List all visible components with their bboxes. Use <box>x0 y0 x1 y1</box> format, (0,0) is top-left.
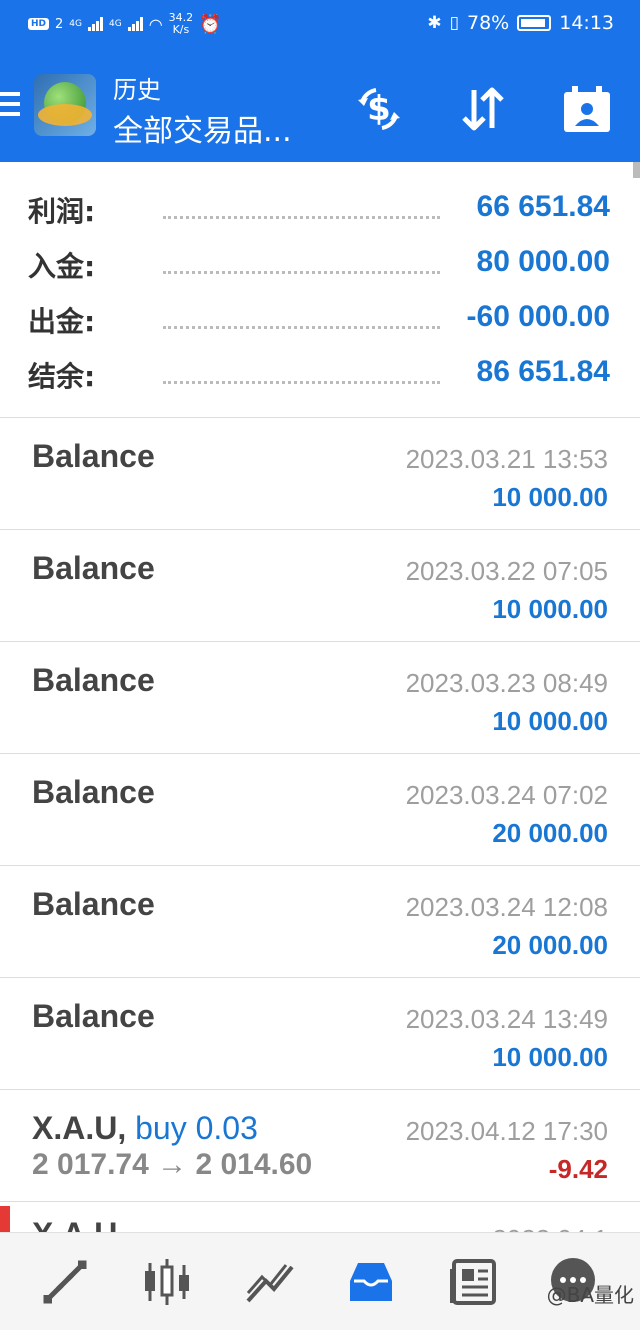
dollar-refresh-icon[interactable]: $ <box>352 82 406 136</box>
chart-icon[interactable] <box>242 1255 296 1309</box>
trade-profit: -9.42 <box>548 1154 608 1184</box>
item-date: 2023.03.22 07:05 <box>405 556 608 586</box>
trade-symbol: X.A.U, <box>32 1110 127 1146</box>
summary-label: 结余: <box>28 360 96 393</box>
item-amount: 10 000.00 <box>492 594 608 624</box>
trade-title: X.A.U, buy 0.03 <box>32 1110 258 1147</box>
partial-list-item[interactable]: X.A.U, 2023.04.1 <box>0 1206 640 1232</box>
partial-date: 2023.04.1 <box>492 1224 608 1232</box>
news-icon[interactable] <box>446 1255 500 1309</box>
speed-unit: K/s <box>172 23 190 36</box>
list-item[interactable]: Balance 2023.03.23 08:49 10 000.00 <box>0 642 640 754</box>
list-item[interactable]: Balance 2023.03.22 07:05 10 000.00 <box>0 530 640 642</box>
battery-percent: 78% <box>467 12 510 34</box>
summary-value: 80 000.00 <box>476 245 610 278</box>
item-amount: 10 000.00 <box>492 482 608 512</box>
page-title: 历史 <box>113 76 161 104</box>
trade-prices: 2 017.74 → 2 014.60 <box>32 1148 313 1181</box>
summary-label: 出金: <box>28 305 96 338</box>
bluetooth-icon: ✱ <box>427 13 442 33</box>
item-amount: 20 000.00 <box>492 818 608 848</box>
symbol-filter[interactable]: 全部交易品... <box>113 106 292 150</box>
network-label-2: 4G <box>109 19 122 29</box>
list-item[interactable]: Balance 2023.03.21 13:53 10 000.00 <box>0 418 640 530</box>
summary-row-withdrawal: 出金: -60 000.00 <box>28 300 610 340</box>
summary-panel: 利润: 66 651.84 入金: 80 000.00 出金: -60 000.… <box>0 162 640 418</box>
item-title: Balance <box>32 886 155 922</box>
bottom-navigation: @BA量化 <box>0 1232 640 1330</box>
summary-label: 利润: <box>28 195 96 228</box>
dotted-leader <box>163 216 440 219</box>
item-date: 2023.04.12 17:30 <box>405 1116 608 1146</box>
status-left: HD 2 4G 4G ◠ 34.2 K/s ⏰ <box>28 12 222 36</box>
summary-value: 86 651.84 <box>476 355 610 388</box>
vibrate-icon: ▯ <box>449 13 459 33</box>
clock: 14:13 <box>559 12 614 34</box>
summary-value: 66 651.84 <box>476 190 610 223</box>
item-amount: 10 000.00 <box>492 706 608 736</box>
watermark-text: @BA量化 <box>546 1283 634 1307</box>
item-title: Balance <box>32 550 155 586</box>
dotted-leader <box>163 381 440 384</box>
app-bar: 历史 全部交易品... $ <box>0 52 640 162</box>
item-title: Balance <box>32 662 155 698</box>
alarm-icon: ⏰ <box>199 13 222 35</box>
hd-badge: HD <box>28 18 50 30</box>
trade-item[interactable]: X.A.U, buy 0.03 2 017.74 → 2 014.60 2023… <box>0 1090 640 1202</box>
item-date: 2023.03.24 07:02 <box>405 780 608 810</box>
list-item[interactable]: Balance 2023.03.24 13:49 10 000.00 <box>0 978 640 1090</box>
wifi-icon: ◠ <box>148 14 163 34</box>
trade-icon[interactable] <box>38 1255 92 1309</box>
item-amount: 20 000.00 <box>492 930 608 960</box>
summary-row-profit: 利润: 66 651.84 <box>28 190 610 230</box>
scrollbar[interactable] <box>633 162 640 178</box>
sort-arrows-icon[interactable] <box>456 82 510 136</box>
svg-text:$: $ <box>367 89 391 129</box>
menu-icon[interactable] <box>0 92 20 122</box>
app-logo[interactable] <box>34 74 96 136</box>
partial-symbol: X.A.U, <box>32 1216 126 1232</box>
network-speed: 34.2 K/s <box>169 12 194 36</box>
signal-icon-2 <box>127 17 143 31</box>
summary-label: 入金: <box>28 250 96 283</box>
item-title: Balance <box>32 774 155 810</box>
history-list: Balance 2023.03.21 13:53 10 000.00 Balan… <box>0 418 640 1202</box>
trade-type: buy 0.03 <box>135 1110 258 1146</box>
item-title: Balance <box>32 438 155 474</box>
list-item[interactable]: Balance 2023.03.24 07:02 20 000.00 <box>0 754 640 866</box>
sim-number: 2 <box>55 16 64 32</box>
signal-icon <box>88 17 103 31</box>
sell-indicator <box>0 1206 10 1232</box>
item-title: Balance <box>32 998 155 1034</box>
dotted-leader <box>163 271 440 274</box>
item-date: 2023.03.24 12:08 <box>405 892 608 922</box>
status-right: ✱ ▯ 78% 14:13 <box>427 12 614 34</box>
summary-row-balance: 结余: 86 651.84 <box>28 355 610 395</box>
calendar-user-icon[interactable] <box>560 82 614 136</box>
item-date: 2023.03.21 13:53 <box>405 444 608 474</box>
battery-icon <box>517 15 552 31</box>
summary-value: -60 000.00 <box>466 300 610 333</box>
summary-row-deposit: 入金: 80 000.00 <box>28 245 610 285</box>
quotes-candles-icon[interactable] <box>140 1255 194 1309</box>
item-date: 2023.03.23 08:49 <box>405 668 608 698</box>
history-inbox-icon[interactable] <box>344 1255 398 1309</box>
dotted-leader <box>163 326 440 329</box>
item-amount: 10 000.00 <box>492 1042 608 1072</box>
list-item[interactable]: Balance 2023.03.24 12:08 20 000.00 <box>0 866 640 978</box>
item-date: 2023.03.24 13:49 <box>405 1004 608 1034</box>
status-bar: HD 2 4G 4G ◠ 34.2 K/s ⏰ ✱ ▯ 78% 14:13 <box>0 0 640 52</box>
network-label-1: 4G <box>69 19 82 29</box>
